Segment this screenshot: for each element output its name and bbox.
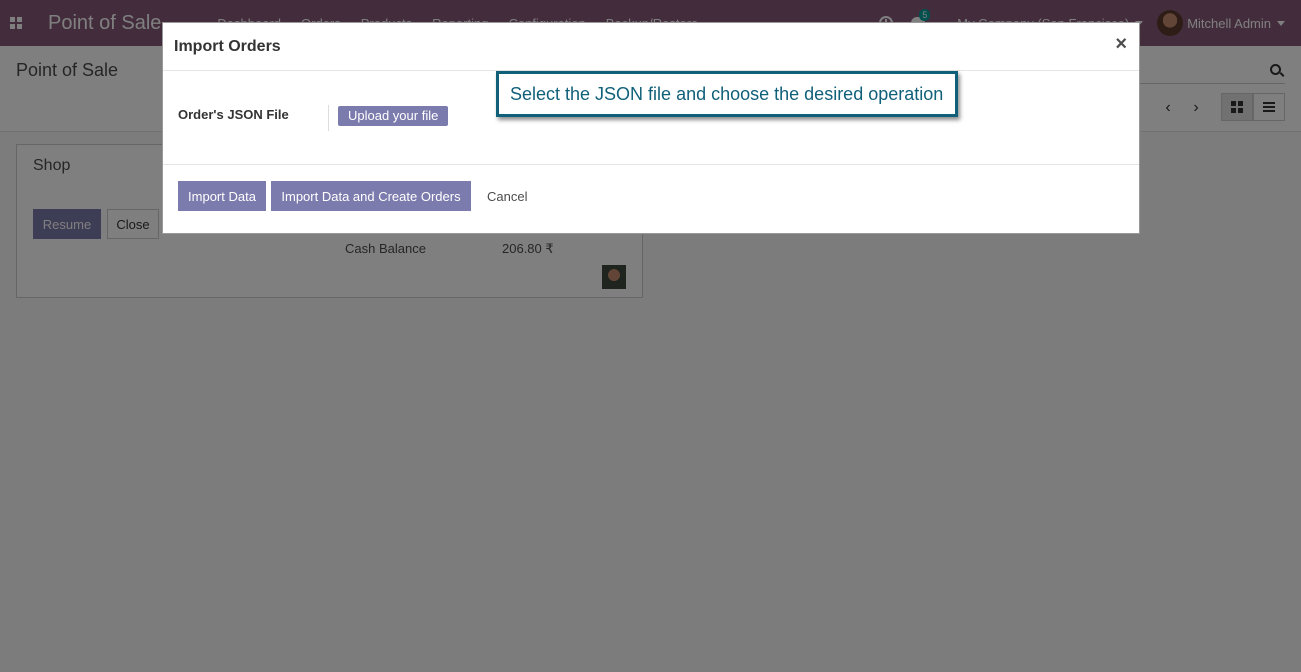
- modal-body: Order's JSON File Upload your file Selec…: [163, 71, 1139, 165]
- close-icon[interactable]: ×: [1115, 33, 1127, 56]
- import-orders-dialog: Import Orders × Order's JSON File Upload…: [162, 22, 1140, 234]
- upload-file-button[interactable]: Upload your file: [338, 106, 449, 126]
- modal-footer: Import Data Import Data and Create Order…: [163, 165, 1139, 233]
- modal-title: Import Orders: [174, 38, 281, 55]
- json-file-label: Order's JSON File: [178, 107, 289, 122]
- cancel-button[interactable]: Cancel: [479, 181, 535, 211]
- import-data-button[interactable]: Import Data: [178, 181, 266, 211]
- modal-header: Import Orders ×: [163, 23, 1139, 71]
- tutorial-callout: Select the JSON file and choose the desi…: [496, 71, 958, 117]
- field-divider: [328, 105, 329, 131]
- import-create-orders-button[interactable]: Import Data and Create Orders: [271, 181, 471, 211]
